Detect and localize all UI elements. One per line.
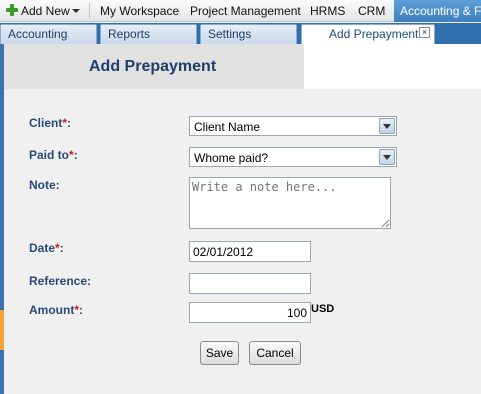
paid-to-label-text: Paid to — [29, 148, 70, 162]
chevron-down-icon — [71, 9, 80, 13]
dropdown-arrow-icon[interactable] — [379, 149, 395, 165]
nav-item-project-management[interactable]: Project Management — [190, 0, 301, 22]
nav-divider — [89, 3, 90, 19]
plus-icon — [6, 4, 18, 16]
label-colon: : — [67, 116, 72, 130]
reference-label: Reference: — [29, 274, 92, 288]
tab-add-prepayment-label: Add Prepayment — [329, 27, 419, 41]
amount-label-text: Amount — [29, 303, 75, 317]
amount-label: Amount*: — [29, 303, 83, 317]
tab-settings[interactable]: Settings — [200, 24, 297, 44]
client-select-value: Client Name — [194, 120, 261, 134]
note-textarea[interactable] — [189, 177, 391, 229]
amount-field[interactable] — [189, 302, 311, 323]
tab-accounting[interactable]: Accounting — [0, 24, 97, 44]
sub-tab-bar: Accounting Reports Settings Add Prepayme… — [0, 23, 481, 44]
label-colon: : — [79, 303, 83, 317]
add-new-label: Add New — [21, 4, 70, 18]
nav-item-my-workspace[interactable]: My Workspace — [100, 0, 179, 22]
paid-to-select-value: Whome paid? — [194, 151, 269, 165]
note-label: Note: — [29, 178, 60, 192]
dropdown-arrow-icon[interactable] — [379, 118, 395, 134]
label-colon: : — [59, 241, 64, 255]
reference-field[interactable] — [189, 273, 311, 294]
add-new-menu[interactable]: Add New — [6, 0, 80, 22]
date-label: Date*: — [29, 241, 64, 255]
client-select[interactable]: Client Name — [189, 116, 397, 136]
page-header-blank — [304, 44, 481, 89]
date-label-text: Date — [29, 241, 56, 255]
tab-add-prepayment[interactable]: Add Prepayment — [301, 24, 435, 44]
paid-to-label: Paid to*: — [29, 148, 78, 162]
label-colon: : — [73, 148, 78, 162]
page-title: Add Prepayment — [89, 58, 217, 75]
date-field[interactable] — [189, 241, 311, 262]
nav-item-accounting-finance[interactable]: Accounting & Fin — [394, 0, 481, 22]
paid-to-select[interactable]: Whome paid? — [189, 147, 397, 167]
nav-item-crm[interactable]: CRM — [358, 0, 385, 22]
currency-label: USD — [311, 303, 335, 315]
cancel-button[interactable]: Cancel — [249, 341, 301, 365]
save-button[interactable]: Save — [200, 341, 239, 365]
client-label: Client*: — [29, 116, 71, 130]
client-label-text: Client — [29, 116, 63, 130]
nav-item-hrms[interactable]: HRMS — [310, 0, 345, 22]
tab-reports[interactable]: Reports — [100, 24, 197, 44]
close-icon[interactable]: × — [419, 27, 430, 38]
top-nav-bar: Add New My Workspace Project Management … — [0, 0, 481, 22]
